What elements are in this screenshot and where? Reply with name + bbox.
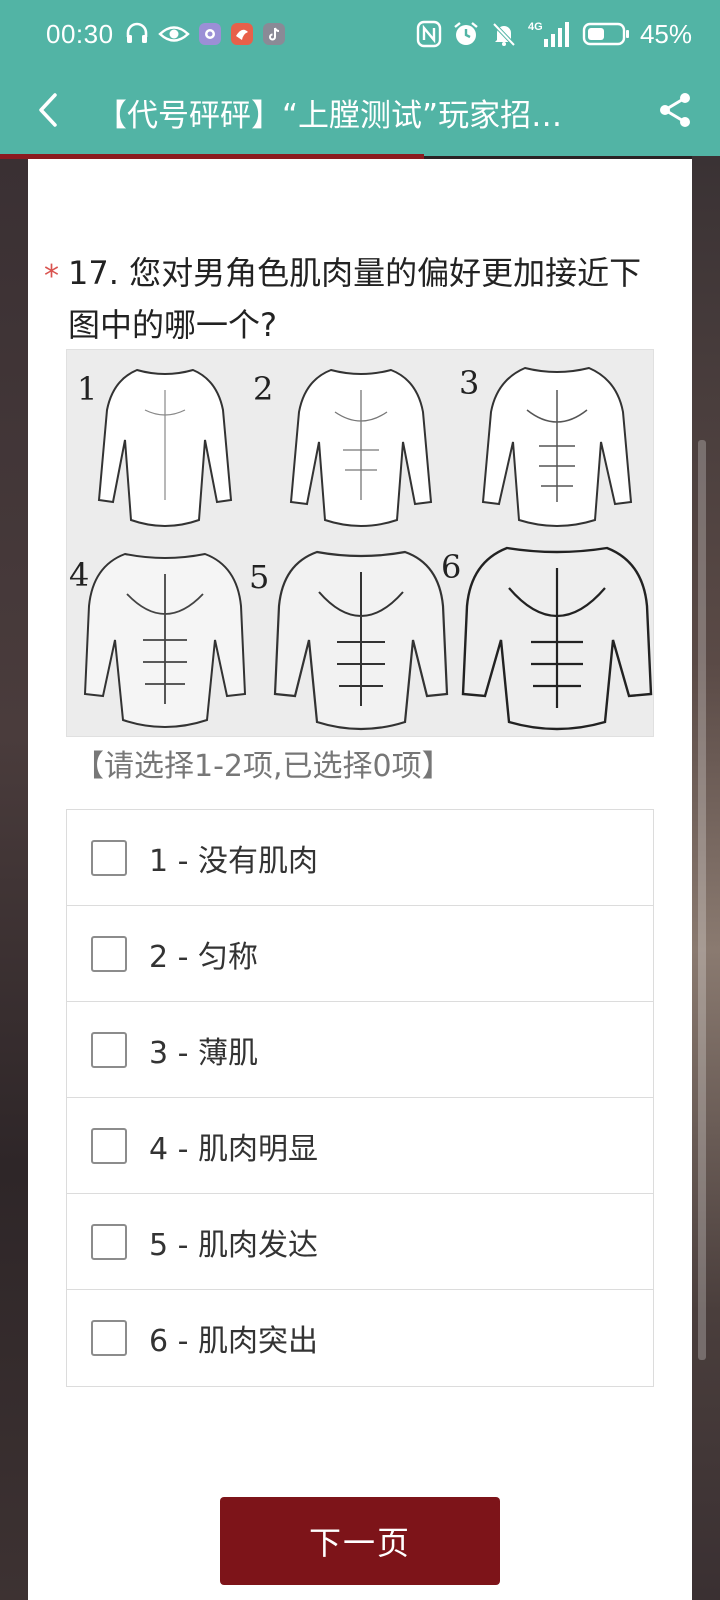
figure-cell-2: 2 (253, 350, 459, 544)
option-2[interactable]: 2 - 匀称 (67, 906, 653, 1002)
options-list: 1 - 没有肌肉 2 - 匀称 3 - 薄肌 4 - 肌肉明显 5 - 肌肉发达… (66, 809, 654, 1387)
share-icon (657, 91, 693, 133)
option-label: 1 - 没有肌肉 (149, 843, 318, 879)
question-card: * 17. 您对男角色肌肉量的偏好更加接近下图中的哪一个? 1 2 3 4 5 … (28, 159, 692, 1600)
torso-illustration (273, 550, 449, 731)
figure-cell-1: 1 (67, 350, 263, 544)
muscle-reference-image: 1 2 3 4 5 6 (66, 349, 654, 737)
background-right (692, 156, 720, 1600)
status-bar: 00:30 4G 45% (0, 0, 720, 68)
figure-label: 4 (69, 556, 90, 594)
app-icon (230, 22, 254, 46)
next-page-button[interactable]: 下一页 (220, 1497, 500, 1585)
network-label: 4G (528, 21, 543, 33)
battery-percent: 45% (639, 18, 692, 49)
option-label: 5 - 肌肉发达 (149, 1227, 318, 1263)
alarm-icon (452, 20, 480, 48)
option-3[interactable]: 3 - 薄肌 (67, 1002, 653, 1098)
question-text: 17. 您对男角色肌肉量的偏好更加接近下图中的哪一个? (68, 254, 642, 344)
option-4[interactable]: 4 - 肌肉明显 (67, 1098, 653, 1194)
question: * 17. 您对男角色肌肉量的偏好更加接近下图中的哪一个? (44, 247, 658, 351)
torso-illustration (289, 368, 433, 527)
back-icon (36, 92, 60, 132)
signal-icon: 4G (528, 19, 572, 49)
page-title: 【代号砰砰】“上膛测试”玩家招… (96, 97, 563, 134)
option-label: 3 - 薄肌 (149, 1035, 258, 1071)
figure-label: 2 (253, 370, 274, 408)
checkbox[interactable] (91, 1320, 127, 1356)
app-bar: 【代号砰砰】“上膛测试”玩家招… (0, 68, 720, 156)
option-6[interactable]: 6 - 肌肉突出 (67, 1290, 653, 1386)
share-button[interactable] (630, 68, 720, 156)
option-1[interactable]: 1 - 没有肌肉 (67, 810, 653, 906)
checkbox[interactable] (91, 1223, 127, 1260)
tiktok-icon (262, 22, 286, 46)
figure-label: 3 (459, 364, 480, 402)
headphones-icon (124, 21, 150, 47)
checkbox[interactable] (91, 839, 127, 876)
back-button[interactable] (0, 68, 96, 156)
eye-icon (157, 21, 190, 47)
figure-label: 6 (441, 548, 462, 586)
nfc-icon (416, 20, 442, 48)
figure-cell-4: 4 (67, 544, 263, 738)
torso-illustration (461, 546, 653, 731)
option-label: 4 - 肌肉明显 (149, 1131, 318, 1167)
selection-hint: 【请选择1-2项,已选择0项】 (74, 749, 452, 784)
background-left (0, 156, 28, 1600)
torso-illustration (481, 366, 633, 527)
checkbox[interactable] (91, 935, 127, 972)
app-icon (198, 22, 222, 46)
scrollbar[interactable] (698, 440, 706, 1360)
mute-icon (490, 20, 518, 48)
option-5[interactable]: 5 - 肌肉发达 (67, 1194, 653, 1290)
checkbox[interactable] (91, 1031, 127, 1068)
status-time: 00:30 (46, 18, 114, 49)
torso-illustration (83, 552, 247, 728)
figure-label: 1 (77, 370, 98, 408)
figure-label: 5 (249, 558, 270, 596)
figure-cell-6: 6 (441, 544, 655, 738)
figure-cell-5: 5 (249, 544, 459, 738)
checkbox[interactable] (91, 1127, 127, 1164)
option-label: 6 - 肌肉突出 (149, 1324, 318, 1359)
figure-cell-3: 3 (459, 350, 655, 544)
required-mark: * (44, 259, 59, 294)
option-label: 2 - 匀称 (149, 939, 258, 975)
battery-icon (582, 21, 630, 47)
